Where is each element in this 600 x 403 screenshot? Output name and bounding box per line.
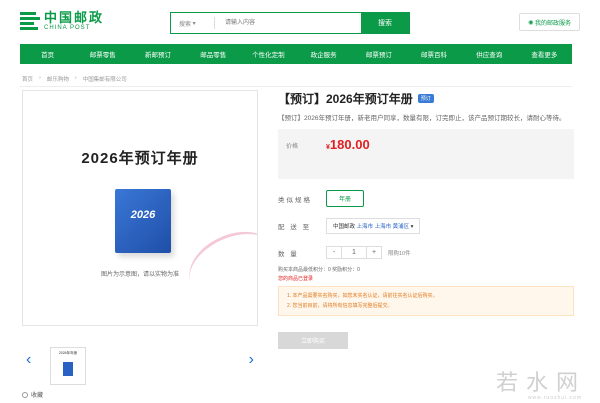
qty-value[interactable]: 1: [341, 247, 367, 258]
logo-cn: 中国邮政: [44, 9, 105, 25]
qty-row: 数 量 - 1 + 限购10件: [278, 246, 411, 259]
search-input[interactable]: [215, 13, 361, 33]
header: 中国邮政 CHINA POST 搜索 ▾ 搜索 ◉ 我的邮政服务: [0, 0, 600, 44]
breadcrumb-item[interactable]: 中国集邮有限公司: [83, 75, 127, 83]
search-button[interactable]: 搜索: [361, 13, 409, 33]
breadcrumb-item[interactable]: 首页: [22, 75, 33, 83]
thumbnail-strip: ‹ 2026年年册 ›: [22, 345, 258, 385]
product-image[interactable]: 2026年预订年册 2026 图片为示意图，请以实物为准: [22, 90, 258, 326]
search-scope-select[interactable]: 搜索 ▾: [171, 17, 215, 29]
prev-arrow-icon[interactable]: ‹: [26, 351, 31, 369]
breadcrumb-item[interactable]: 邮乐购物: [47, 75, 69, 83]
nav-item[interactable]: 个性化定制: [241, 44, 296, 64]
favorite-button[interactable]: 收藏: [22, 390, 43, 399]
watermark-url: www.ruoshui.com: [527, 395, 582, 401]
product-title: 【预订】2026年预订年册: [278, 92, 413, 106]
divider: [20, 86, 572, 87]
china-post-logo[interactable]: 中国邮政 CHINA POST: [20, 10, 104, 32]
watermark: 若水网: [495, 371, 586, 396]
preview-title: 2026年预订年册: [81, 150, 199, 167]
logo-en: CHINA POST: [44, 24, 91, 31]
nav-item[interactable]: 邮票百科: [406, 44, 461, 64]
login-notice[interactable]: 您的商品已登录: [278, 275, 313, 282]
nav-item[interactable]: 供应查询: [462, 44, 517, 64]
points-info: 购买本商品最低积分：0 奖励积分：0: [278, 267, 360, 273]
nav-item[interactable]: 新邮预订: [130, 44, 185, 64]
qty-minus[interactable]: -: [327, 247, 341, 258]
preorder-badge: 预订: [417, 94, 434, 103]
price-box: 价格 ¥180.00: [278, 129, 574, 179]
my-service-link[interactable]: ◉ 我的邮政服务: [519, 13, 580, 31]
decorative-swoosh: [178, 218, 257, 312]
image-note: 图片为示意图，请以实物为准: [100, 272, 179, 278]
user-icon: ◉: [528, 19, 535, 26]
nav-item[interactable]: 邮票零售: [75, 44, 130, 64]
price: ¥180.00: [326, 137, 370, 152]
quantity-stepper[interactable]: - 1 +: [326, 246, 382, 259]
spec-row: 类似规格 年册: [278, 190, 365, 207]
nav-item[interactable]: 政企服务: [296, 44, 351, 64]
nav-item[interactable]: 邮品零售: [186, 44, 241, 64]
search-bar: 搜索 ▾ 搜索: [170, 12, 410, 34]
breadcrumb: 首页 › 邮乐购物 › 中国集邮有限公司: [22, 75, 127, 83]
warning-box: 1. 本产品需要实名购买，如您未实名认证，请前往实名认证后购买。 2. 您当前目…: [278, 286, 574, 316]
ship-address-select[interactable]: 中国邮政 上海市 上海市 黄浦区 ▾: [326, 218, 421, 234]
nav-item[interactable]: 首页: [20, 44, 75, 64]
next-arrow-icon[interactable]: ›: [249, 351, 254, 369]
product-desc: 【预订】2026年预订年册，新老用户同享，数量有限，订完即止，该产品预订期较长，…: [278, 115, 566, 122]
spec-option[interactable]: 年册: [326, 190, 365, 207]
qty-plus[interactable]: +: [367, 247, 381, 258]
product-info: 【预订】2026年预订年册 预订 【预订】2026年预订年册，新老用户同享，数量…: [278, 90, 574, 349]
china-post-logo-icon: [20, 10, 40, 32]
favorite-icon: [22, 391, 28, 398]
ship-row: 配 送 至 中国邮政 上海市 上海市 黄浦区 ▾: [278, 218, 421, 234]
nav-item[interactable]: 查看更多: [517, 44, 572, 64]
main-nav: 首页 邮票零售 新邮预订 邮品零售 个性化定制 政企服务 邮票预订 邮票百科 供…: [20, 44, 572, 64]
nav-item[interactable]: 邮票预订: [351, 44, 406, 64]
album-cover-image: 2026: [115, 189, 171, 253]
thumbnail[interactable]: 2026年年册: [50, 347, 86, 385]
buy-now-button[interactable]: 立即购买: [278, 332, 348, 349]
